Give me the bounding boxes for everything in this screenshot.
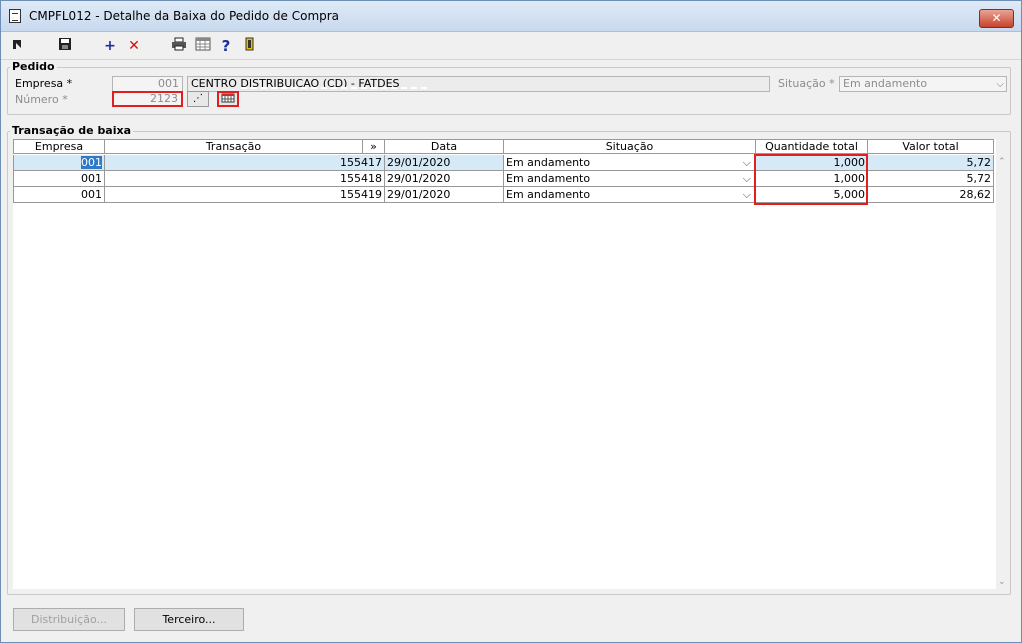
delete-icon[interactable]: ✕ [125,37,143,55]
table-row-2-transacao[interactable]: 155418 [105,171,385,187]
col-header-situacao[interactable]: Situação [504,139,756,154]
plus-icon[interactable]: + [101,37,119,55]
col-header-valor[interactable]: Valor total [868,139,994,154]
table-row-1-quantidade[interactable]: 1,000 [756,155,868,171]
chevron-down-icon[interactable]: ⌵ [743,171,751,186]
terceiro-button[interactable]: Terceiro... [134,608,244,631]
situacao-value: Em andamento [843,77,928,90]
empresa-value: 001 [81,156,102,169]
scroll-down-icon[interactable]: ⌄ [998,577,1006,587]
window: CMPFL012 - Detalhe da Baixa do Pedido de… [0,0,1022,643]
cursor-icon[interactable] [8,37,26,55]
transacao-grid: Empresa Transação » Data Situação Quanti… [13,139,1009,589]
table-row-2-valor[interactable]: 5,72 [868,171,994,187]
lookup-icon: ⋰ [193,93,203,104]
toolbar: + ✕ ? [1,33,1021,60]
numero-label: Número * [15,93,68,106]
table-row-3-transacao[interactable]: 155419 [105,187,385,203]
document-icon [9,9,21,23]
col-header-empresa[interactable]: Empresa [13,139,105,154]
situacao-select[interactable]: Em andamento ⌵ [839,76,1007,92]
table-row-2-data[interactable]: 29/01/2020 [385,171,504,187]
situacao-value: Em andamento [506,188,591,201]
chevron-down-icon[interactable]: ⌵ [743,155,751,170]
calendar-icon [221,93,235,103]
table-row-3-data[interactable]: 29/01/2020 [385,187,504,203]
numero-field[interactable]: 2123 [112,91,183,107]
table-row-2-empresa[interactable]: 001 [13,171,105,187]
vertical-scrollbar[interactable]: ⌃ ⌄ [996,155,1009,589]
exit-icon[interactable] [241,37,259,55]
col-header-expand[interactable]: » [363,139,385,154]
scroll-up-icon[interactable]: ⌃ [998,157,1006,167]
table-row-2-quantidade[interactable]: 1,000 [756,171,868,187]
lookup-button[interactable]: ⋰ [187,91,209,107]
col-header-transacao[interactable]: Transação [105,139,363,154]
calendar-button[interactable] [217,91,239,107]
close-button[interactable]: ✕ [979,9,1014,28]
print-icon[interactable] [170,37,188,55]
col-header-quantidade[interactable]: Quantidade total [756,139,868,154]
empresa-label: Empresa * [15,77,73,90]
table-row-2-situacao[interactable]: Em andamento ⌵ [504,171,756,187]
table-row-3-valor[interactable]: 28,62 [868,187,994,203]
situacao-label: Situação * [778,77,835,90]
help-icon[interactable]: ? [217,37,235,55]
titlebar: CMPFL012 - Detalhe da Baixa do Pedido de… [1,1,1021,32]
window-title: CMPFL012 - Detalhe da Baixa do Pedido de… [29,9,340,23]
table-row-1-transacao[interactable]: 155417 [105,155,385,171]
situacao-value: Em andamento [506,172,591,185]
distribuicao-button[interactable]: Distribuição... [13,608,125,631]
situacao-value: Em andamento [506,156,591,169]
table-row-1-valor[interactable]: 5,72 [868,155,994,171]
table-row-1-situacao[interactable]: Em andamento ⌵ [504,155,756,171]
table-row-1-empresa[interactable]: 001 [13,155,105,171]
table-row-3-situacao[interactable]: Em andamento ⌵ [504,187,756,203]
grid-icon[interactable] [194,37,212,55]
transacao-legend: Transação de baixa [10,124,134,137]
chevron-down-icon: ⌵ [996,79,1004,90]
col-header-data[interactable]: Data [385,139,504,154]
table-row-3-quantidade[interactable]: 5,000 [756,187,868,203]
dashed-divider [241,87,427,91]
table-row-1-data[interactable]: 29/01/2020 [385,155,504,171]
chevron-down-icon[interactable]: ⌵ [743,187,751,202]
empresa-code-field[interactable]: 001 [112,76,183,92]
grid-body: Empresa Transação » Data Situação Quanti… [13,139,996,589]
table-row-3-empresa[interactable]: 001 [13,187,105,203]
pedido-legend: Pedido [10,60,57,73]
save-icon[interactable] [56,37,74,55]
